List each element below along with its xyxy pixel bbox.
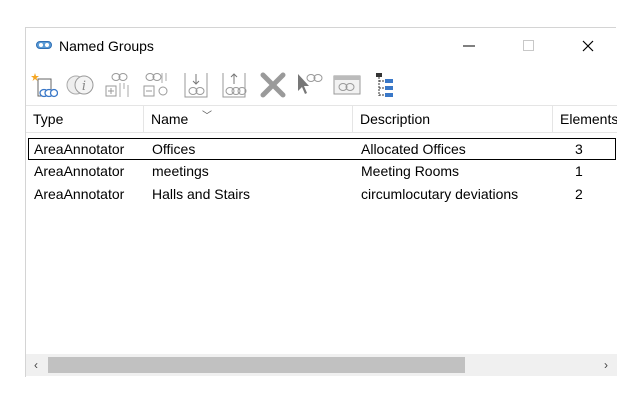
sort-chevron-down-icon: ﹀ bbox=[202, 111, 212, 122]
group-info-button[interactable]: i bbox=[66, 70, 96, 100]
table-row[interactable]: AreaAnnotator meetings Meeting Rooms 1 bbox=[28, 161, 616, 183]
maximize-icon bbox=[523, 40, 534, 51]
delete-button[interactable] bbox=[258, 70, 288, 100]
cell-description: circumlocutary deviations bbox=[361, 186, 519, 202]
lift-from-group-button[interactable] bbox=[219, 70, 249, 100]
column-header-label: Elements bbox=[560, 111, 617, 127]
close-button[interactable] bbox=[565, 28, 611, 64]
named-groups-window: Named Groups i Type Name ﹀ Description E… bbox=[25, 27, 617, 377]
cell-type: AreaAnnotator bbox=[34, 141, 125, 157]
cell-elements: 3 bbox=[575, 141, 583, 157]
group-view-button[interactable] bbox=[332, 70, 362, 100]
delete-icon bbox=[260, 72, 286, 98]
group-info-icon: i bbox=[66, 75, 94, 95]
select-elements-button[interactable] bbox=[294, 70, 324, 100]
chevron-right-icon: › bbox=[604, 358, 608, 372]
remove-from-group-icon bbox=[143, 73, 168, 97]
drop-into-group-icon bbox=[184, 73, 208, 98]
scroll-left-button[interactable]: ‹ bbox=[26, 354, 46, 376]
cell-elements: 1 bbox=[575, 163, 583, 179]
column-header-type[interactable]: Type bbox=[26, 106, 144, 133]
cell-type: AreaAnnotator bbox=[34, 163, 125, 179]
add-to-group-button[interactable] bbox=[104, 70, 134, 100]
cell-name: Halls and Stairs bbox=[152, 186, 251, 202]
window-title: Named Groups bbox=[59, 38, 154, 54]
tree-view-button[interactable] bbox=[370, 70, 400, 100]
drop-into-group-button[interactable] bbox=[181, 70, 211, 100]
table-row[interactable]: AreaAnnotator Halls and Stairs circumloc… bbox=[28, 184, 616, 206]
column-header-label: Type bbox=[33, 111, 64, 127]
select-elements-icon bbox=[298, 74, 323, 94]
named-groups-app-icon bbox=[36, 41, 52, 49]
toolbar: i bbox=[26, 66, 617, 104]
minimize-icon bbox=[463, 45, 475, 47]
cell-description: Meeting Rooms bbox=[361, 163, 460, 179]
tree-view-icon bbox=[376, 73, 393, 97]
column-header-label: Description bbox=[360, 111, 431, 127]
maximize-button[interactable] bbox=[506, 28, 552, 64]
scroll-right-button[interactable]: › bbox=[596, 354, 616, 376]
named-groups-table: Type Name ﹀ Description Elements AreaAnn… bbox=[26, 105, 617, 355]
table-row[interactable]: AreaAnnotator Offices Allocated Offices … bbox=[28, 138, 616, 160]
cell-elements: 2 bbox=[575, 186, 583, 202]
cell-description: Allocated Offices bbox=[361, 141, 466, 157]
cell-name: meetings bbox=[152, 163, 209, 179]
svg-text:i: i bbox=[82, 79, 86, 94]
remove-from-group-button[interactable] bbox=[142, 70, 172, 100]
create-group-icon bbox=[31, 73, 58, 98]
title-bar[interactable]: Named Groups bbox=[26, 28, 617, 64]
column-header-elements[interactable]: Elements bbox=[553, 106, 617, 133]
column-header-description[interactable]: Description bbox=[353, 106, 553, 133]
cell-type: AreaAnnotator bbox=[34, 186, 125, 202]
chevron-left-icon: ‹ bbox=[34, 358, 38, 372]
lift-from-group-icon bbox=[222, 73, 247, 98]
cell-name: Offices bbox=[152, 141, 196, 157]
scrollbar-thumb[interactable] bbox=[48, 357, 465, 373]
group-view-icon bbox=[333, 75, 361, 95]
minimize-button[interactable] bbox=[446, 28, 492, 64]
column-header-label: Name bbox=[151, 111, 189, 127]
table-header: Type Name ﹀ Description Elements bbox=[26, 105, 617, 133]
column-header-name[interactable]: Name ﹀ bbox=[144, 106, 353, 133]
close-icon bbox=[582, 40, 594, 52]
create-group-button[interactable] bbox=[29, 70, 59, 100]
horizontal-scrollbar[interactable]: ‹ › bbox=[26, 354, 617, 376]
add-to-group-icon bbox=[105, 73, 129, 97]
